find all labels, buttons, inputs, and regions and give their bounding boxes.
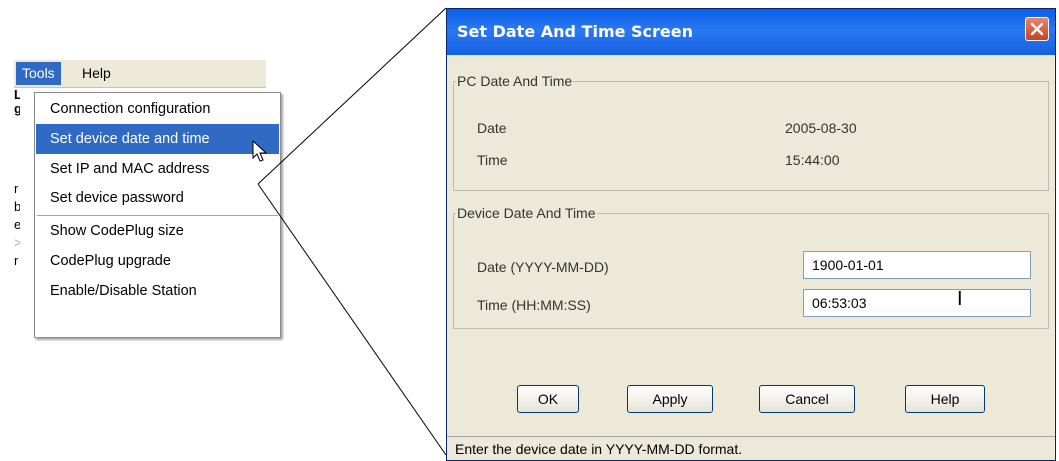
page-fragment: r — [14, 182, 19, 196]
page-fragment: g — [14, 102, 20, 116]
menu-item-enable-disable-station[interactable]: Enable/Disable Station — [36, 276, 279, 306]
device-time-label: Time (HH:MM:SS) — [477, 297, 591, 313]
menu-item-set-device-date-and-time[interactable]: Set device date and time — [36, 124, 279, 154]
close-button[interactable] — [1025, 17, 1049, 41]
dialog-title: Set Date And Time Screen — [457, 22, 694, 41]
help-button[interactable]: Help — [905, 385, 985, 413]
device-group-legend: Device Date And Time — [457, 205, 596, 221]
text-cursor-icon: I — [957, 288, 963, 310]
pc-date-time-group: PC Date And Time — [453, 73, 1049, 191]
pc-time-value: 15:44:00 — [785, 152, 840, 168]
pc-date-value: 2005-08-30 — [785, 120, 857, 136]
page-fragment: > — [14, 236, 20, 250]
close-icon — [1030, 22, 1044, 36]
page-fragment: r — [14, 254, 19, 268]
pc-time-label: Time — [477, 152, 508, 168]
menu-item-codeplug-upgrade[interactable]: CodePlug upgrade — [36, 246, 279, 276]
background-page-fragments: L g r b e > r — [14, 88, 20, 348]
cancel-button[interactable]: Cancel — [759, 385, 855, 413]
pc-group-legend: PC Date And Time — [457, 73, 573, 89]
menu-tools[interactable]: Tools — [16, 62, 61, 85]
tools-dropdown: Connection configuration Set device date… — [34, 92, 281, 338]
title-bar: Set Date And Time Screen — [447, 9, 1055, 55]
menu-item-set-device-password[interactable]: Set device password — [36, 183, 279, 213]
pc-date-label: Date — [477, 120, 507, 136]
page-fragment: L — [14, 88, 20, 102]
menu-item-set-ip-and-mac-address[interactable]: Set IP and MAC address — [36, 154, 279, 184]
apply-button[interactable]: Apply — [627, 385, 713, 413]
mouse-pointer-icon — [252, 140, 268, 162]
set-date-time-dialog: Set Date And Time Screen PC Date And Tim… — [446, 8, 1056, 461]
device-date-label: Date (YYYY-MM-DD) — [477, 259, 609, 275]
menu-bar: Tools Help — [14, 60, 266, 88]
menu-item-connection-configuration[interactable]: Connection configuration — [36, 94, 279, 124]
page-fragment: e — [14, 218, 20, 232]
page-fragment: b — [14, 200, 20, 214]
menu-help[interactable]: Help — [76, 62, 117, 85]
status-bar: Enter the device date in YYYY-MM-DD form… — [447, 436, 1055, 460]
ok-button[interactable]: OK — [517, 385, 579, 413]
menu-item-show-codeplug-size[interactable]: Show CodePlug size — [36, 216, 279, 246]
device-date-input[interactable]: 1900-01-01 — [803, 251, 1031, 279]
device-time-input[interactable]: 06:53:03 — [803, 289, 1031, 317]
